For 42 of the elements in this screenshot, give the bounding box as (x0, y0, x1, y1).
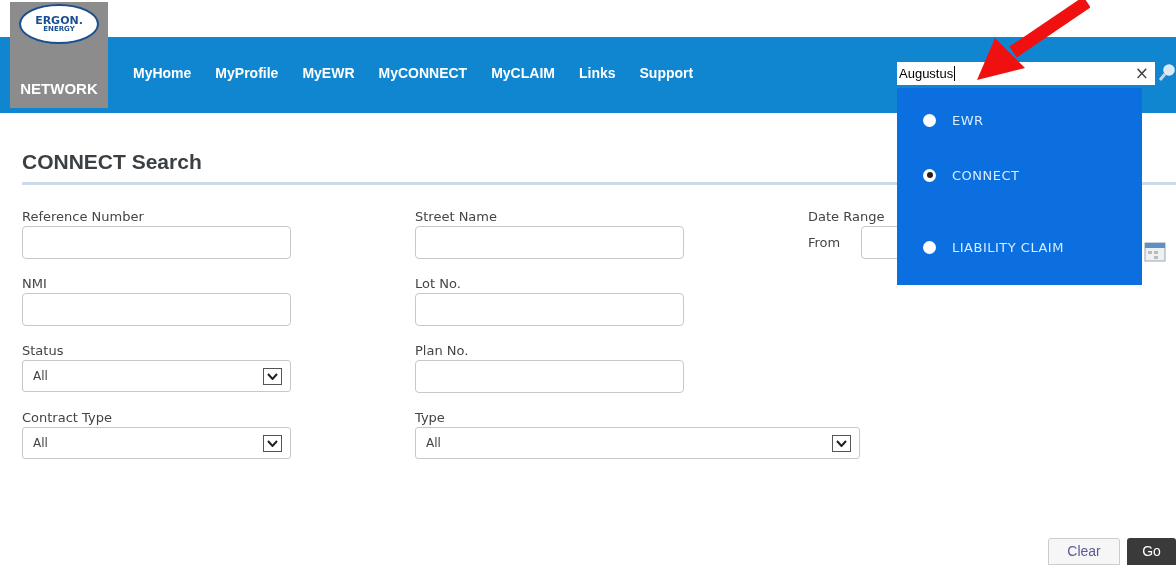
radio-button[interactable] (923, 168, 936, 182)
logo-caption: NETWORK (20, 78, 98, 99)
caret-icon (263, 367, 282, 385)
dropdown[interactable]: All (415, 427, 860, 459)
field-label: NMI (22, 276, 47, 292)
text-field[interactable] (415, 360, 684, 393)
text-field[interactable] (22, 226, 291, 259)
radio-button[interactable] (923, 241, 936, 255)
clear-button[interactable]: × (1134, 60, 1149, 87)
field-label: Street Name (415, 209, 497, 225)
go-button[interactable]: Go (1127, 538, 1176, 565)
nav-link[interactable]: Support (639, 62, 694, 84)
nav-link[interactable]: MyHome (133, 62, 192, 84)
field-label: From (808, 233, 842, 252)
text-field[interactable] (22, 293, 291, 326)
calendar-icon[interactable] (1144, 240, 1166, 262)
logo-text: ERGON. (35, 15, 83, 26)
field-label: Contract Type (22, 410, 112, 426)
dropdown[interactable]: All (22, 427, 291, 459)
text-field[interactable] (415, 226, 684, 259)
nav-link[interactable]: MyProfile (215, 62, 279, 84)
field-label: Date Range (808, 209, 885, 225)
field-label: Lot No. (415, 276, 461, 292)
radio-button[interactable] (923, 114, 936, 128)
field-label: Plan No. (415, 343, 469, 359)
scope-option[interactable]: LIABILITY CLAIM (923, 238, 1142, 258)
search-icon[interactable] (1158, 63, 1176, 83)
nav-link[interactable]: Links (578, 62, 616, 84)
scope-option[interactable]: CONNECT (923, 165, 1142, 185)
field-label: Type (415, 410, 445, 426)
nav-link[interactable]: MyCLAIM (491, 62, 555, 84)
scope-option[interactable]: EWR (923, 111, 1142, 131)
nav-link[interactable]: MyEWR (302, 62, 355, 84)
clear-button[interactable]: Clear (1048, 538, 1120, 565)
text-field[interactable] (415, 293, 684, 326)
field-label: Status (22, 343, 64, 359)
field-label: Reference Number (22, 209, 144, 225)
caret-icon (263, 434, 282, 452)
dropdown[interactable]: All (22, 360, 291, 392)
search-field[interactable]: Augustus × (897, 62, 1155, 85)
caret-icon (832, 434, 851, 452)
nav-link[interactable]: MyCONNECT (378, 62, 468, 84)
